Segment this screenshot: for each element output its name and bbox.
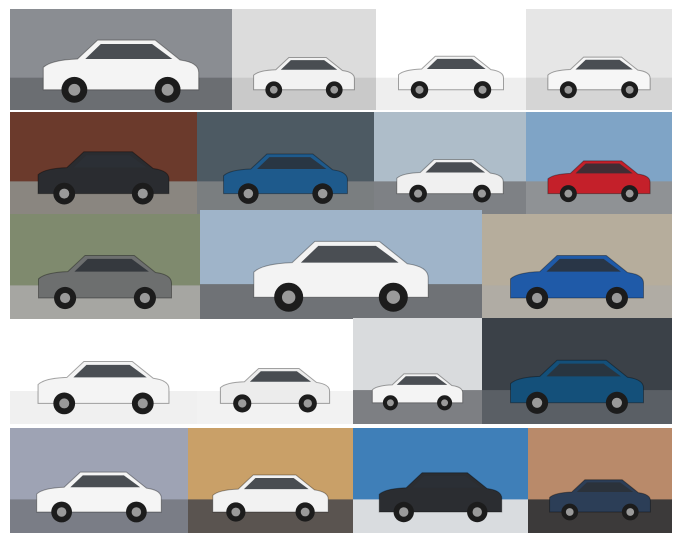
car-photo-11 xyxy=(482,214,672,319)
car-photo-8 xyxy=(526,112,672,214)
car-photo-7 xyxy=(374,112,526,214)
photo-scene xyxy=(482,214,672,319)
photo-scene xyxy=(10,321,197,424)
photo-scene xyxy=(376,9,526,110)
car-photo-5 xyxy=(10,112,197,214)
photo-scene xyxy=(482,318,672,424)
car-photo-1 xyxy=(10,9,232,110)
car-photo-15 xyxy=(482,318,672,424)
car-photo-17 xyxy=(188,428,353,533)
photo-scene xyxy=(374,112,526,214)
photo-scene xyxy=(353,318,482,424)
car-photo-18 xyxy=(353,428,528,533)
photo-scene xyxy=(528,428,672,533)
car-photo-14 xyxy=(353,318,482,424)
photo-scene xyxy=(10,214,200,319)
car-photo-3 xyxy=(376,9,526,110)
photo-scene xyxy=(200,210,482,319)
car-photo-12 xyxy=(10,321,197,424)
photo-scene xyxy=(526,9,672,110)
car-photo-6 xyxy=(197,112,374,214)
car-photo-13 xyxy=(197,321,353,424)
car-photo-19 xyxy=(528,428,672,533)
car-photo-16 xyxy=(10,428,188,533)
car-photo-4 xyxy=(526,9,672,110)
car-photo-2 xyxy=(232,9,376,110)
photo-scene xyxy=(232,9,376,110)
car-photo-9 xyxy=(10,214,200,319)
photo-scene xyxy=(188,428,353,533)
photo-scene xyxy=(353,428,528,533)
photo-scene xyxy=(10,112,197,214)
photo-scene xyxy=(10,428,188,533)
photo-scene xyxy=(526,112,672,214)
photo-scene xyxy=(197,112,374,214)
photo-scene xyxy=(197,321,353,424)
photo-scene xyxy=(10,9,232,110)
car-photo-10 xyxy=(200,210,482,319)
